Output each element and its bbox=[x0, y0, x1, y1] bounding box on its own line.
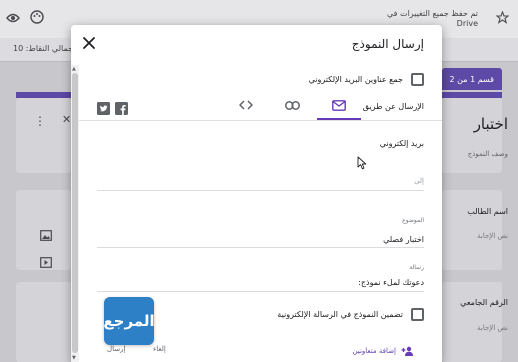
include-form-checkbox[interactable] bbox=[411, 307, 424, 321]
subject-label: الموضوع bbox=[402, 217, 424, 224]
dialog-scrollbar[interactable]: ▲ ▼ bbox=[71, 65, 79, 362]
twitter-icon[interactable] bbox=[97, 100, 110, 115]
tab-embed[interactable] bbox=[225, 91, 267, 119]
form-title: اختبار bbox=[473, 115, 508, 133]
tabs-divider bbox=[79, 120, 442, 121]
question-card-1-right bbox=[442, 190, 502, 270]
palette-icon[interactable] bbox=[30, 10, 44, 27]
message-field-underline bbox=[97, 291, 424, 292]
save-status: تم حفظ جميع التغييرات في bbox=[387, 9, 478, 18]
message-field[interactable]: دعوتك لملء نموذج: bbox=[358, 278, 424, 287]
email-section-title: بريد إلكتروني bbox=[379, 139, 424, 148]
to-field[interactable] bbox=[97, 173, 424, 189]
to-field-underline bbox=[97, 190, 424, 191]
question-1-title: اسم الطالب bbox=[467, 207, 508, 216]
message-label: رسالة bbox=[409, 264, 424, 271]
question-2-hint: نص الإجابة bbox=[477, 324, 508, 332]
more-vert-icon[interactable]: ⋮ bbox=[34, 115, 46, 127]
link-icon bbox=[284, 100, 300, 110]
eye-icon[interactable] bbox=[6, 12, 20, 27]
video-icon[interactable] bbox=[40, 257, 52, 271]
facebook-icon[interactable] bbox=[115, 100, 128, 115]
scroll-up-icon[interactable]: ▲ bbox=[72, 66, 76, 72]
collapse-icon[interactable]: ✕ bbox=[62, 114, 71, 125]
section-badge: قسم 1 من 2 bbox=[449, 75, 494, 84]
tab-link[interactable] bbox=[271, 91, 313, 119]
save-status-drive: Drive bbox=[456, 19, 478, 28]
form-description: وصف النموذج bbox=[467, 150, 508, 158]
scrollbar-thumb[interactable] bbox=[72, 73, 78, 353]
subject-field[interactable]: اختبار فصلي bbox=[383, 235, 424, 244]
watermark-logo-text: المرجع bbox=[103, 312, 155, 330]
collect-emails-checkbox[interactable] bbox=[411, 72, 424, 86]
code-icon bbox=[239, 100, 253, 110]
cancel-button[interactable]: إلغاء bbox=[153, 345, 166, 353]
add-collaborators-button[interactable]: إضافة متعاونين bbox=[353, 346, 415, 356]
question-1-hint: نص الإجابة bbox=[477, 232, 508, 240]
send-via-label: الإرسال عن طريق bbox=[362, 102, 424, 111]
scroll-down-icon[interactable]: ▼ bbox=[72, 355, 76, 361]
collect-emails-row[interactable]: جمع عناوين البريد الإلكتروني bbox=[309, 72, 424, 86]
dialog-title: إرسال النموذج bbox=[351, 37, 424, 51]
mail-icon bbox=[332, 99, 346, 111]
star-icon[interactable] bbox=[495, 10, 510, 27]
image-icon[interactable] bbox=[40, 230, 52, 244]
watermark-logo: المرجع bbox=[103, 297, 155, 345]
collect-emails-label: جمع عناوين البريد الإلكتروني bbox=[308, 74, 403, 84]
close-icon[interactable] bbox=[81, 35, 97, 51]
question-2-title: الرقم الجامعي bbox=[460, 298, 508, 307]
question-card-2 bbox=[16, 282, 71, 362]
add-collaborators-label: إضافة متعاونين bbox=[352, 347, 397, 355]
tab-email[interactable] bbox=[317, 91, 361, 119]
form-title-card bbox=[16, 98, 71, 173]
mouse-cursor-icon bbox=[357, 156, 367, 170]
total-points: إجمالي النقاط: 10 bbox=[13, 44, 76, 53]
include-form-label: تضمين النموذج في الرسالة الإلكترونية bbox=[277, 309, 403, 319]
add-person-icon bbox=[401, 346, 413, 356]
question-card-2-right bbox=[442, 282, 502, 362]
form-title-card-right bbox=[442, 98, 502, 173]
include-form-row[interactable]: تضمين النموذج في الرسالة الإلكترونية bbox=[277, 307, 424, 321]
send-button[interactable]: إرسال bbox=[107, 345, 125, 353]
subject-field-underline bbox=[97, 247, 424, 248]
